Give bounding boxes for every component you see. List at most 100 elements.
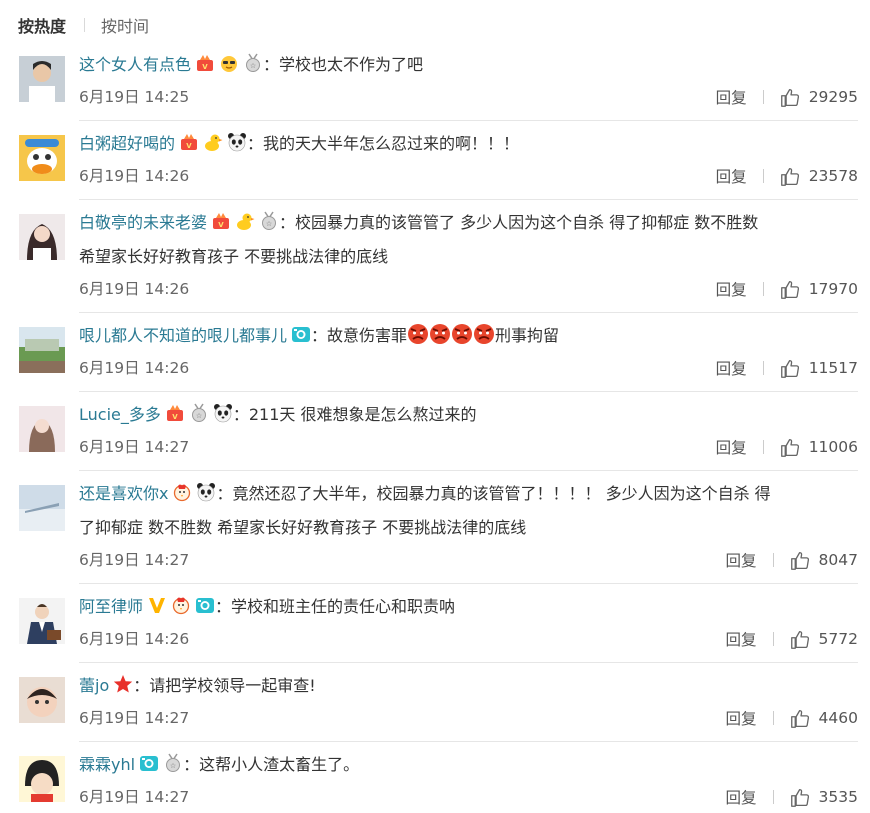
avatar[interactable] [19, 406, 65, 452]
comment-time: 6月19日 14:25 [79, 88, 190, 106]
panda-icon[interactable] [213, 403, 233, 423]
like-button[interactable]: 8047 [790, 550, 858, 571]
angry-face-icon [407, 323, 429, 345]
comment-username[interactable]: 白敬亭的未来老婆 [79, 213, 207, 232]
comment-text: ：我的天大半年怎么忍过来的啊！！！ [247, 134, 520, 153]
duck-icon[interactable] [235, 211, 255, 231]
comment-username[interactable]: 还是喜欢你x [79, 484, 168, 503]
comment-text: ：这帮小人渣太畜生了。 [183, 755, 360, 774]
verified-v-icon[interactable] [147, 595, 167, 615]
comment-text-continued: 希望家长好好教育孩子 不要挑战法律的底线 [79, 247, 389, 266]
divider [79, 741, 858, 742]
action-separator [762, 440, 764, 454]
action-separator [772, 711, 774, 725]
action-separator [772, 553, 774, 567]
medal-icon[interactable] [163, 753, 183, 773]
like-button[interactable]: 29295 [780, 87, 858, 108]
like-count: 11517 [808, 359, 858, 377]
comment-time: 6月19日 14:27 [79, 709, 190, 727]
camera-icon[interactable] [291, 324, 311, 344]
camera-icon[interactable] [139, 753, 159, 773]
tab-sort-time[interactable]: 按时间 [101, 13, 149, 37]
sort-tabs: 按热度 按时间 [18, 12, 149, 38]
like-count: 23578 [808, 167, 858, 185]
rooster-icon[interactable] [171, 595, 191, 615]
vip-icon[interactable] [211, 211, 231, 231]
like-button[interactable]: 11006 [780, 437, 858, 458]
reply-button[interactable]: 回复 [726, 786, 757, 808]
reply-button[interactable]: 回复 [716, 278, 747, 300]
rooster-icon[interactable] [172, 482, 192, 502]
comment-text-continued: 了抑郁症 数不胜数 希望家长好好教育孩子 不要挑战法律的底线 [79, 518, 527, 537]
comment-text-suffix: 刑事拘留 [495, 326, 560, 345]
reply-button[interactable]: 回复 [716, 86, 747, 108]
like-count: 11006 [808, 438, 858, 456]
like-button[interactable]: 23578 [780, 166, 858, 187]
comment-text: ：学校也太不作为了吧 [263, 55, 424, 74]
angry-face-icon [451, 323, 473, 345]
reply-button[interactable]: 回复 [716, 165, 747, 187]
divider [79, 312, 858, 313]
comment-text: ：竟然还忍了大半年，校园暴力真的该管管了！！！！ 多少人因为这个自杀 得 [216, 484, 771, 503]
vip-icon[interactable] [165, 403, 185, 423]
reply-button[interactable]: 回复 [726, 549, 757, 571]
comment-time: 6月19日 14:27 [79, 438, 190, 456]
comment-username[interactable]: Lucie_多多 [79, 405, 161, 424]
avatar[interactable] [19, 327, 65, 373]
comment-item: 白粥超好喝的 ：我的天大半年怎么忍过来的啊！！！ 6月19日 14:26 回复 2… [0, 127, 870, 207]
comment-time: 6月19日 14:26 [79, 167, 190, 185]
comment-username[interactable]: 白粥超好喝的 [79, 134, 175, 153]
tab-separator [84, 18, 86, 32]
divider [79, 470, 858, 471]
avatar[interactable] [19, 135, 65, 181]
avatar[interactable] [19, 214, 65, 260]
reply-button[interactable]: 回复 [716, 436, 747, 458]
comment-username[interactable]: 霖霖yhl [79, 755, 135, 774]
comment-username[interactable]: 阿至律师 [79, 597, 143, 616]
star-icon[interactable] [113, 674, 133, 694]
comment-time: 6月19日 14:27 [79, 551, 190, 569]
reply-button[interactable]: 回复 [726, 707, 757, 729]
comment-text: ：校园暴力真的该管管了 多少人因为这个自杀 得了抑郁症 数不胜数 [279, 213, 759, 232]
vip-icon[interactable] [195, 53, 215, 73]
avatar[interactable] [19, 677, 65, 723]
thumb-up-icon [780, 437, 801, 458]
avatar[interactable] [19, 598, 65, 644]
comment-time: 6月19日 14:27 [79, 788, 190, 806]
action-separator [762, 90, 764, 104]
divider [79, 199, 858, 200]
like-button[interactable]: 3535 [790, 787, 858, 808]
tab-sort-hot[interactable]: 按热度 [18, 13, 66, 37]
like-count: 8047 [818, 551, 858, 569]
avatar[interactable] [19, 56, 65, 102]
panda-icon[interactable] [196, 482, 216, 502]
like-button[interactable]: 17970 [780, 279, 858, 300]
action-separator [772, 790, 774, 804]
divider [79, 662, 858, 663]
comment-username[interactable]: 这个女人有点色 [79, 55, 191, 74]
medal-icon[interactable] [259, 211, 279, 231]
comment-item: 白敬亭的未来老婆 ：校园暴力真的该管管了 多少人因为这个自杀 得了抑郁症 数不胜数… [0, 206, 870, 320]
medal-icon[interactable] [243, 53, 263, 73]
duck-icon[interactable] [203, 132, 223, 152]
like-button[interactable]: 4460 [790, 708, 858, 729]
vip-icon[interactable] [179, 132, 199, 152]
comment-item: Lucie_多多 ：211天 很难想象是怎么熬过来的 6月19日 14:27 回复… [0, 398, 870, 478]
thumb-up-icon [790, 787, 811, 808]
medal-icon[interactable] [189, 403, 209, 423]
like-button[interactable]: 5772 [790, 629, 858, 650]
comment-username[interactable]: 哏儿都人不知道的哏儿都事儿 [79, 326, 287, 345]
avatar[interactable] [19, 485, 65, 531]
reply-button[interactable]: 回复 [726, 628, 757, 650]
divider [79, 120, 858, 121]
reply-button[interactable]: 回复 [716, 357, 747, 379]
like-button[interactable]: 11517 [780, 358, 858, 379]
camera-icon[interactable] [195, 595, 215, 615]
comment-username[interactable]: 蕾jo [79, 676, 109, 695]
comment-time: 6月19日 14:26 [79, 630, 190, 648]
avatar[interactable] [19, 756, 65, 802]
panda-icon[interactable] [227, 132, 247, 152]
comment-time: 6月19日 14:26 [79, 280, 190, 298]
thumb-up-icon [780, 279, 801, 300]
sunglasses-icon[interactable] [219, 53, 239, 73]
